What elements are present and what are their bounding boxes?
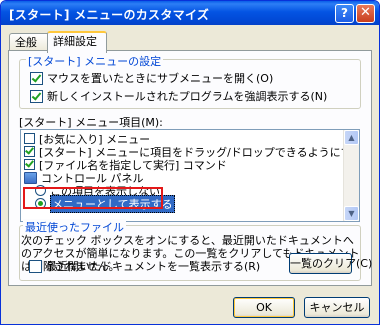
list-recent-documents-label: 最近開いたドキュメントを一覧表示する(R) [46,260,261,273]
cancel-button[interactable]: キャンセル [304,297,370,318]
menu-items-label: [スタート] メニュー項目(M): [19,116,163,129]
clear-list-button[interactable]: 一覧のクリア(C) [289,253,372,274]
open-submenus-checkbox[interactable] [30,71,43,85]
title-bar[interactable]: [スタート] メニューのカスタマイズ ? ✕ [1,1,379,25]
list-recent-documents-checkbox[interactable] [29,259,42,273]
ok-button[interactable]: OK [233,297,295,318]
scroll-up-icon[interactable]: ▲ [344,130,359,145]
highlight-new-programs-checkbox[interactable] [30,89,43,103]
scroll-down-icon[interactable]: ▼ [344,206,359,221]
list-item-show-as-menu[interactable]: メニューとして表示する [35,194,175,213]
advanced-panel: [スタート] メニューの設定 マウスを置いたときにサブメニューを開く(O) 新し… [8,50,372,286]
start-menu-settings-legend: [スタート] メニューの設定 [26,53,164,69]
drag-drop-checkbox[interactable] [24,146,35,157]
dont-show-radio[interactable] [35,185,46,196]
open-submenus-on-hover-option[interactable]: マウスを置いたときにサブメニューを開く(O) [30,70,273,86]
window-title: [スタート] メニューのカスタマイズ [9,8,210,22]
highlight-new-programs-option[interactable]: 新しくインストールされたプログラムを強調表示する(N) [30,88,327,104]
start-menu-settings-group: [スタート] メニューの設定 マウスを置いたときにサブメニューを開く(O) 新し… [19,53,361,109]
menu-items-listbox[interactable]: [お気に入り] メニュー [スタート] メニューに項目をドラッグ/ドロップできる… [20,129,360,222]
show-as-menu-radio[interactable] [35,198,46,209]
show-as-menu-label: メニューとして表示する [50,194,175,213]
customize-start-menu-dialog: [スタート] メニューのカスタマイズ ? ✕ 全般 詳細設定 [スタート] メニ… [0,0,380,325]
highlight-new-programs-label: 新しくインストールされたプログラムを強調表示する(N) [47,90,328,103]
favorites-checkbox[interactable] [24,133,35,144]
tab-advanced[interactable]: 詳細設定 [47,31,107,53]
list-scrollbar[interactable]: ▲ ▼ [343,130,359,221]
help-button[interactable]: ? [335,4,354,23]
control-panel-icon [24,171,37,184]
list-recent-documents-option[interactable]: 最近開いたドキュメントを一覧表示する(R) [29,258,260,274]
run-command-checkbox[interactable] [24,159,35,170]
close-button[interactable]: ✕ [356,4,375,23]
open-submenus-label: マウスを置いたときにサブメニューを開く(O) [47,72,274,85]
tab-general[interactable]: 全般 [9,33,51,51]
recent-documents-legend: 最近使ったファイル [23,219,126,235]
